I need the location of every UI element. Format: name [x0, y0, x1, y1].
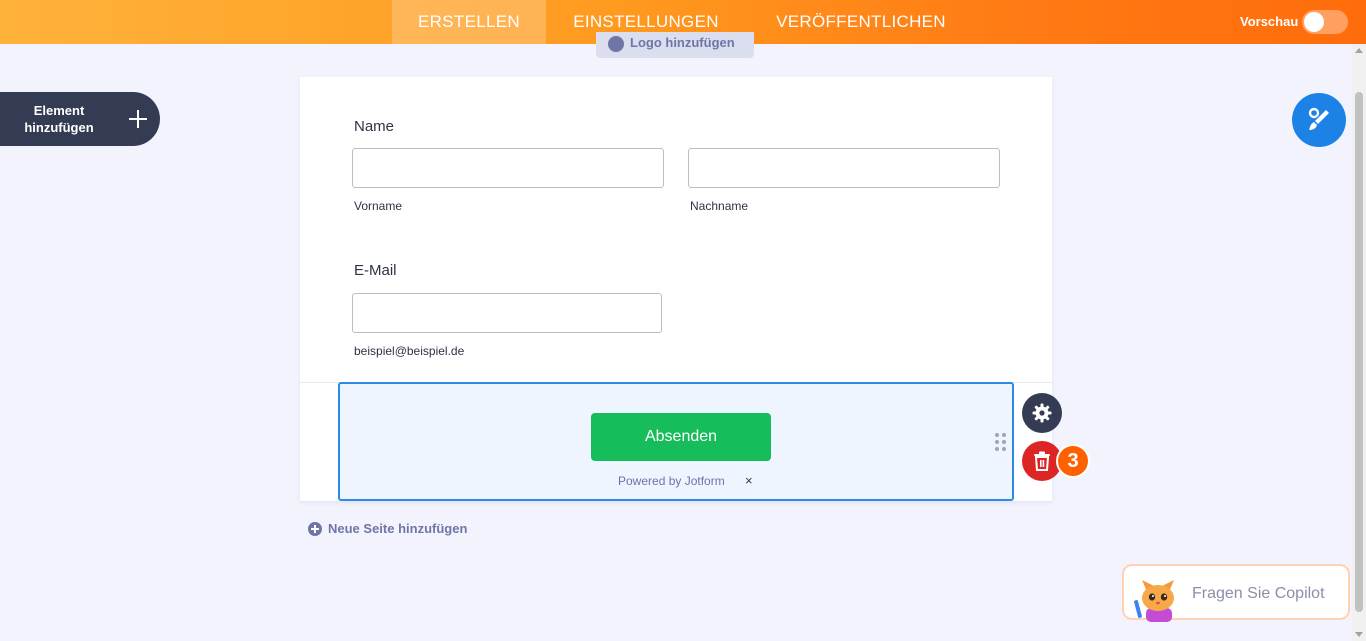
last-name-sublabel: Nachname: [690, 199, 749, 213]
submit-section[interactable]: Absenden Powered by Jotform ×: [338, 382, 1014, 501]
add-element-label: Element hinzufügen: [24, 103, 94, 135]
copilot-button[interactable]: Fragen Sie Copilot: [1122, 564, 1350, 622]
form-designer-button[interactable]: [1292, 93, 1346, 147]
add-logo-button[interactable]: Logo hinzufügen: [596, 32, 754, 58]
add-element-button[interactable]: Element hinzufügen: [0, 92, 160, 146]
add-logo-label: Logo hinzufügen: [630, 35, 735, 50]
scrollbar-thumb[interactable]: [1355, 92, 1363, 612]
add-new-page-label: Neue Seite hinzufügen: [328, 521, 468, 536]
scroll-down-arrow-icon[interactable]: [1355, 632, 1363, 637]
scroll-up-arrow-icon[interactable]: [1355, 48, 1363, 53]
email-input[interactable]: [352, 293, 662, 333]
last-name-input[interactable]: [688, 148, 1000, 188]
trash-icon: [1034, 451, 1050, 471]
plus-circle-icon: [608, 36, 624, 52]
email-field-label: E-Mail: [354, 262, 397, 279]
notification-badge: 3: [1056, 444, 1090, 478]
plus-icon: [129, 110, 147, 128]
paint-brush-icon: [1308, 107, 1329, 130]
copilot-label: Fragen Sie Copilot: [1192, 585, 1325, 602]
powered-by-text: Powered by Jotform: [618, 474, 725, 488]
first-name-sublabel: Vorname: [354, 199, 403, 213]
tab-publish[interactable]: VERÖFFENTLICHEN: [762, 0, 960, 44]
page-scrollbar[interactable]: [1352, 44, 1366, 641]
field-settings-button[interactable]: [1022, 393, 1062, 433]
name-field-label: Name: [354, 118, 395, 135]
toggle-knob: [1304, 12, 1324, 32]
tab-build[interactable]: ERSTELLEN: [392, 0, 546, 44]
gear-icon: [1032, 403, 1052, 423]
preview-label: Vorschau: [1240, 14, 1299, 29]
drag-handle-icon[interactable]: [995, 433, 1007, 451]
email-sublabel: beispiel@beispiel.de: [354, 344, 465, 358]
add-new-page-button[interactable]: Neue Seite hinzufügen: [308, 521, 467, 537]
first-name-input[interactable]: [352, 148, 664, 188]
plus-circle-icon: [308, 522, 322, 536]
preview-toggle[interactable]: [1302, 10, 1348, 34]
copilot-cat-icon: [1133, 580, 1174, 622]
submit-button[interactable]: Absenden: [591, 413, 771, 461]
close-icon[interactable]: ×: [745, 473, 753, 488]
